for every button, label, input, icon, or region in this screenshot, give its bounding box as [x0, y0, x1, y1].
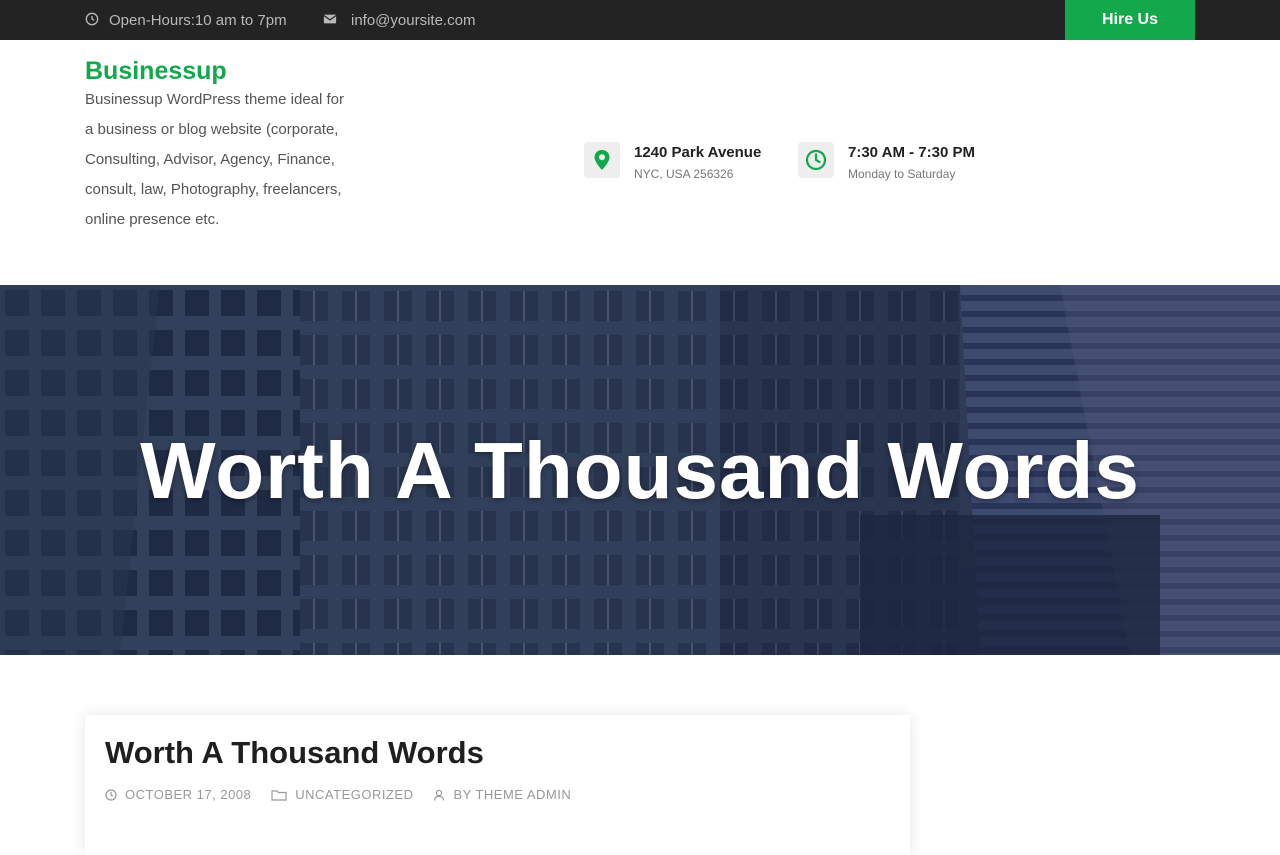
- post-title[interactable]: Worth A Thousand Words: [105, 735, 484, 771]
- email-contact[interactable]: info@yoursite.com: [323, 0, 475, 40]
- open-hours-text: Open-Hours:10 am to 7pm: [109, 11, 287, 29]
- folder-icon: [271, 789, 287, 801]
- site-header: Businessup Businessup WordPress theme id…: [0, 40, 1280, 286]
- hero-title: Worth A Thousand Words: [140, 426, 1140, 515]
- hours-info: 7:30 AM - 7:30 PM Monday to Saturday: [798, 142, 975, 181]
- map-pin-icon: [584, 142, 620, 178]
- address-line2: NYC, USA 256326: [634, 167, 734, 181]
- address-line1: 1240 Park Avenue: [634, 144, 762, 161]
- post-card: Worth A Thousand Words OCTOBER 17, 2008 …: [85, 715, 910, 855]
- top-bar: Open-Hours:10 am to 7pm info@yoursite.co…: [0, 0, 1280, 40]
- hire-us-button[interactable]: Hire Us: [1065, 0, 1195, 40]
- clock-icon: [85, 12, 101, 28]
- site-tagline: Businessup WordPress theme ideal for a b…: [85, 91, 345, 228]
- open-hours: Open-Hours:10 am to 7pm: [85, 0, 287, 40]
- site-title-link[interactable]: Businessup: [85, 57, 227, 86]
- hours-line1: 7:30 AM - 7:30 PM: [848, 144, 975, 161]
- hours-line2: Monday to Saturday: [848, 167, 956, 181]
- envelope-icon: [323, 12, 339, 28]
- email-text[interactable]: info@yoursite.com: [351, 12, 475, 29]
- clock-icon: [798, 142, 834, 178]
- clock-icon: [105, 788, 117, 801]
- hero-banner: Worth A Thousand Words: [0, 285, 1280, 655]
- address-info: 1240 Park Avenue NYC, USA 256326: [584, 142, 761, 181]
- user-icon: [434, 789, 445, 801]
